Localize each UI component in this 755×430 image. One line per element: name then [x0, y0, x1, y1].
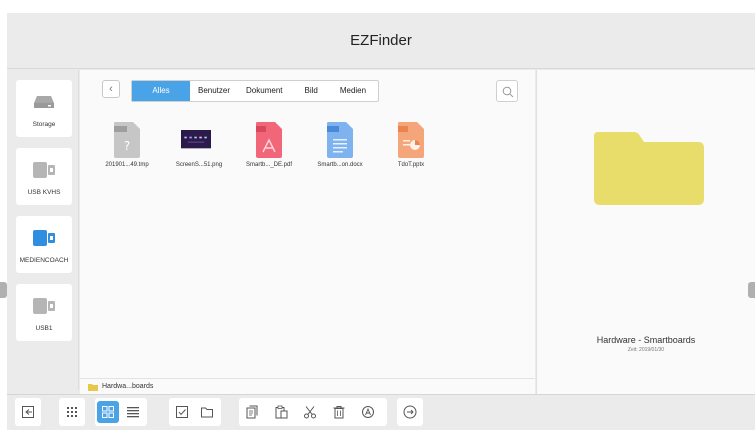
title-bar: EZFinder: [7, 13, 755, 69]
grid-view-icon: [102, 406, 114, 418]
file-name: ScreenS...51.png: [175, 162, 223, 168]
sidebar-collapse-handle[interactable]: [0, 282, 7, 298]
cut-button[interactable]: [299, 401, 321, 423]
tab-alles[interactable]: Alles: [132, 81, 190, 101]
sidebar: Storage USB KVHS MEDIENCOACH USB1: [7, 70, 79, 390]
svg-text:?: ?: [124, 139, 130, 153]
delete-icon: [333, 406, 345, 419]
tab-benutzer[interactable]: Benutzer: [190, 81, 238, 101]
sidebar-item-storage[interactable]: Storage: [16, 80, 72, 137]
sidebar-item-mediencoach[interactable]: MEDIENCOACH: [16, 216, 72, 273]
filter-tabs: Alles Benutzer Dokument Bild Medien: [131, 80, 380, 102]
usb-icon: [33, 162, 55, 178]
file-name: Smartb..._DE.pdf: [245, 162, 293, 168]
powerpoint-file-icon: [398, 122, 424, 158]
file-name: Smartb...on.docx: [317, 162, 363, 168]
grid-view-button[interactable]: [97, 401, 119, 423]
tab-dokument[interactable]: Dokument: [238, 81, 290, 101]
new-folder-button[interactable]: [196, 401, 218, 423]
hdd-icon: [34, 96, 54, 108]
file-item[interactable]: ? 201901...49.tmp: [92, 122, 162, 182]
more-button[interactable]: [399, 401, 421, 423]
apps-button[interactable]: [61, 401, 83, 423]
usb-icon: [33, 230, 55, 246]
preview-folder-name: Hardware - Smartboards: [596, 335, 696, 345]
select-button[interactable]: [171, 401, 193, 423]
search-button[interactable]: [496, 80, 518, 102]
apps-grid-icon: [67, 407, 77, 417]
copy-icon: [246, 405, 258, 419]
breadcrumb[interactable]: Hardwa...boards: [80, 378, 535, 394]
file-item[interactable]: Smartb...on.docx: [305, 122, 375, 182]
list-view-button[interactable]: [122, 401, 144, 423]
word-file-icon: [327, 122, 353, 158]
rename-icon: [362, 406, 374, 418]
select-icon: [176, 406, 188, 418]
folder-icon: [594, 132, 704, 205]
new-folder-icon: [201, 407, 213, 418]
file-item[interactable]: Smartb..._DE.pdf: [234, 122, 304, 182]
paste-icon: [275, 405, 288, 419]
breadcrumb-path: Hardwa...boards: [102, 383, 154, 390]
pdf-file-icon: [256, 122, 282, 158]
file-name: TdoT.pptx: [397, 162, 425, 168]
chevron-left-icon: ‹: [109, 83, 113, 95]
exit-icon: [22, 406, 34, 418]
sidebar-item-usb1[interactable]: USB1: [16, 284, 72, 341]
file-grid: ? 201901...49.tmp ScreenS...51.png Smart…: [92, 122, 522, 182]
sidebar-item-label: Storage: [32, 121, 56, 128]
file-name: 201901...49.tmp: [105, 162, 149, 168]
bottom-toolbar: [7, 394, 755, 430]
sidebar-item-label: USB KVHS: [27, 189, 61, 196]
preview-pane: Hardware - Smartboards Zeit: 2019/01/30: [536, 70, 755, 394]
file-browser: ‹ Alles Benutzer Dokument Bild Medien ?: [80, 70, 535, 391]
preview-collapse-handle[interactable]: [748, 282, 755, 298]
unknown-file-icon: ?: [114, 122, 140, 158]
app-title: EZFinder: [350, 32, 412, 49]
more-icon: [403, 405, 417, 419]
list-view-icon: [127, 407, 139, 418]
ezfinder-window: EZFinder Storage USB KVHS MEDIENCOACH US…: [7, 13, 755, 430]
copy-button[interactable]: [241, 401, 263, 423]
preview-folder-time: Zeit: 2019/01/30: [627, 347, 665, 353]
sidebar-item-label: USB1: [35, 325, 53, 332]
file-item[interactable]: ScreenS...51.png: [164, 122, 234, 182]
search-icon: [502, 86, 514, 98]
tab-bild[interactable]: Bild: [291, 81, 332, 101]
paste-button[interactable]: [270, 401, 292, 423]
image-thumbnail-icon: [181, 130, 211, 149]
file-item[interactable]: TdoT.pptx: [376, 122, 446, 182]
tab-medien[interactable]: Medien: [332, 81, 378, 101]
sidebar-item-label: MEDIENCOACH: [19, 257, 69, 264]
usb-icon: [33, 298, 55, 314]
delete-button[interactable]: [328, 401, 350, 423]
cut-icon: [304, 406, 316, 419]
rename-button[interactable]: [357, 401, 379, 423]
folder-icon: [88, 384, 98, 391]
exit-button[interactable]: [17, 401, 39, 423]
back-button[interactable]: ‹: [102, 80, 120, 98]
sidebar-item-usb-kvhs[interactable]: USB KVHS: [16, 148, 72, 205]
